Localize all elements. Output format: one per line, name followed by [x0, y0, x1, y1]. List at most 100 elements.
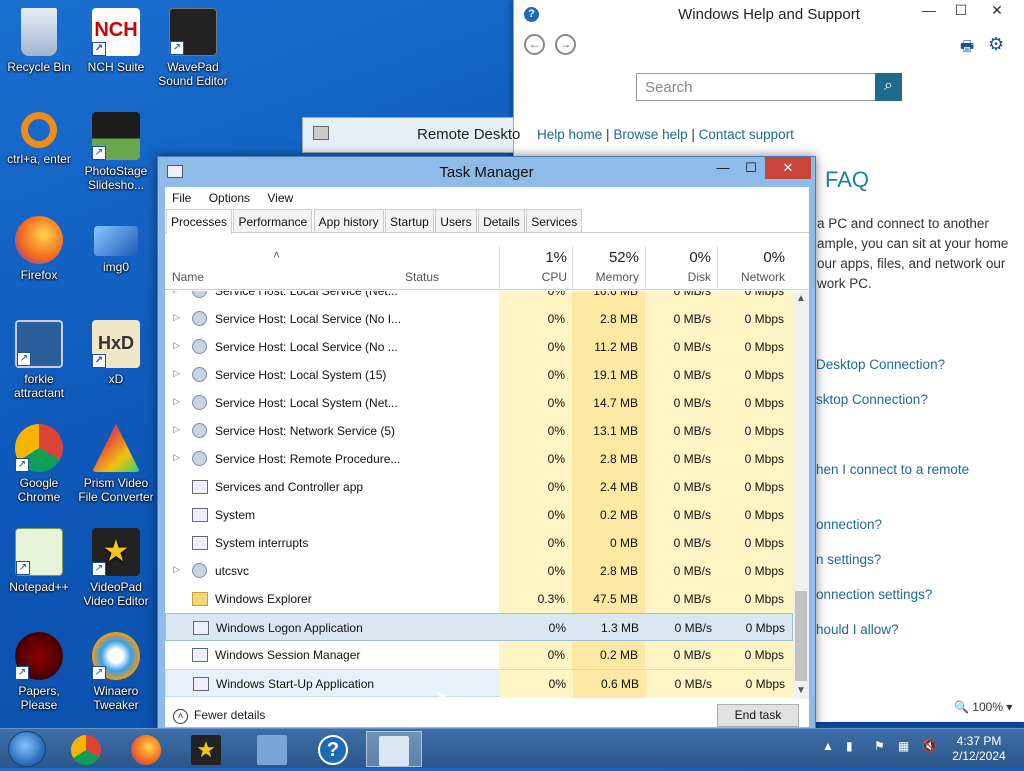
column-cpu[interactable]: CPU [505, 270, 567, 284]
taskbar-help[interactable]: ? [305, 731, 361, 767]
desktop-icon-firefox[interactable]: Firefox [1, 216, 77, 282]
menu-view[interactable]: View [267, 191, 293, 205]
table-row[interactable]: Windows Explorer 0.3% 47.5 MB 0 MB/s 0 Mbps [165, 585, 793, 613]
taskbar-remote-desktop[interactable] [244, 731, 300, 767]
taskbar-task-manager[interactable] [366, 731, 422, 767]
maximize-button[interactable]: ☐ [736, 157, 766, 179]
help-home-link[interactable]: Help home [537, 127, 602, 142]
table-row[interactable]: ▷ Service Host: Local Service (No ... 0% 11… [165, 333, 793, 361]
table-row[interactable]: ▷ Service Host: Local Service (Net... 0% 10… [165, 291, 793, 305]
remote-desktop-window[interactable]: Remote Deskto [302, 117, 520, 153]
tab-users[interactable]: Users [435, 209, 477, 232]
expand-chevron-icon[interactable]: ▷ [173, 396, 180, 407]
tab-services[interactable]: Services [526, 209, 583, 232]
flag-icon[interactable]: ▮ [846, 739, 853, 753]
table-row[interactable]: ▷ Service Host: Local System (Net... 0% 14.… [165, 389, 793, 417]
column-name[interactable]: Name [172, 270, 204, 284]
expand-chevron-icon[interactable]: ▷ [173, 340, 180, 351]
taskbar-chrome[interactable] [58, 731, 114, 767]
desktop-icon-recycle-bin[interactable]: Recycle Bin [1, 8, 77, 74]
desktop-icon-notepadpp[interactable]: ↗ Notepad++ [1, 528, 77, 594]
column-memory[interactable]: Memory [575, 270, 639, 284]
show-hidden-icons[interactable]: ▲ [822, 739, 834, 753]
expand-chevron-icon[interactable]: ▷ [173, 424, 180, 435]
scroll-thumb[interactable] [795, 591, 807, 681]
task-manager-titlebar[interactable]: Task Manager — ☐ ✕ [158, 157, 815, 187]
table-row[interactable]: System 0% 0.2 MB 0 MB/s 0 Mbps [165, 501, 793, 529]
desktop-icon-img0[interactable]: img0 [78, 216, 154, 274]
table-row[interactable]: ▷ Service Host: Network Service (5) 0% 13.1… [165, 417, 793, 445]
clock[interactable]: 4:37 PM 2/12/2024 [944, 734, 1014, 764]
tab-app-history[interactable]: App history [313, 209, 384, 232]
minimize-button[interactable]: — [914, 2, 944, 22]
minimize-button[interactable]: — [708, 157, 738, 179]
tab-performance[interactable]: Performance [233, 209, 313, 232]
table-row[interactable]: Windows Start-Up Application 0% 0.6 MB 0 MB… [165, 669, 793, 698]
end-task-button[interactable]: End task [717, 704, 799, 727]
table-row[interactable]: Windows Session Manager 0% 0.2 MB 0 MB/s 0 M… [165, 641, 793, 669]
desktop-icon-wavepad[interactable]: ↗ WavePad Sound Editor [155, 8, 231, 88]
search-icon[interactable]: ⌕ [875, 73, 902, 101]
table-row[interactable]: Windows Logon Application 0% 1.3 MB 0 MB/s 0… [165, 613, 793, 641]
expand-chevron-icon[interactable]: ▷ [173, 291, 180, 295]
desktop-icon-photostage[interactable]: ↗ PhotoStage Slidesho... [78, 112, 154, 192]
table-row[interactable]: ▷ Service Host: Remote Procedure... 0% 2.8 … [165, 445, 793, 473]
gear-icon[interactable]: ⚙ [988, 34, 1004, 55]
desktop-icon-nch-suite[interactable]: NCH ↗ NCH Suite [78, 8, 154, 74]
desktop-icon-forkie[interactable]: ↗ forkie attractant [1, 320, 77, 400]
table-row[interactable]: System interrupts 0% 0 MB 0 MB/s 0 Mbps [165, 529, 793, 557]
taskbar-videopad[interactable]: ★ [178, 731, 234, 767]
back-arrow-icon[interactable]: ← [524, 34, 545, 55]
column-disk[interactable]: Disk [649, 270, 711, 284]
zoom-control[interactable]: 🔍 100% ▾ [954, 700, 1012, 714]
faq-link-1[interactable]: Desktop Connection? [816, 357, 945, 372]
expand-chevron-icon[interactable]: ▷ [173, 368, 180, 379]
volume-icon[interactable]: 🔇 [922, 739, 937, 753]
desktop-icon-papers-please[interactable]: ↗ Papers, Please [1, 632, 77, 712]
desktop-icon-ctrl-a-enter[interactable]: ctrl+a, enter [1, 112, 77, 166]
task-manager-window[interactable]: Task Manager — ☐ ✕ File Options View Pro… [157, 156, 816, 730]
expand-chevron-icon[interactable]: ▷ [173, 452, 180, 463]
start-button[interactable] [8, 731, 46, 767]
menu-file[interactable]: File [172, 191, 191, 205]
vertical-scrollbar[interactable]: ▲ ▼ [793, 291, 809, 699]
action-center-icon[interactable]: ⚑ [874, 739, 885, 753]
close-button[interactable]: ✕ [982, 2, 1012, 22]
desktop-icon-chrome[interactable]: ↗ Google Chrome [1, 424, 77, 504]
faq-link-7[interactable]: hould I allow? [816, 622, 899, 637]
table-row[interactable]: ▷ Service Host: Local Service (No I... 0% 2… [165, 305, 793, 333]
help-search-input[interactable]: Search [636, 73, 876, 101]
table-row[interactable]: Services and Controller app 0% 2.4 MB 0 MB/… [165, 473, 793, 501]
desktop-icon-prism[interactable]: Prism Video File Converter [78, 424, 154, 504]
desktop-icon-videopad[interactable]: ★ ↗ VideoPad Video Editor [78, 528, 154, 608]
faq-link-2[interactable]: sktop Connection? [816, 392, 928, 407]
scroll-up-icon[interactable]: ▲ [796, 293, 806, 304]
tab-processes[interactable]: Processes [166, 209, 233, 234]
forward-arrow-icon[interactable]: → [555, 34, 576, 55]
faq-link-5[interactable]: n settings? [816, 552, 881, 567]
taskbar-firefox[interactable] [118, 731, 174, 767]
column-status[interactable]: Status [405, 270, 439, 284]
faq-link-4[interactable]: onnection? [816, 517, 882, 532]
printer-icon[interactable]: 🖶 [960, 36, 974, 61]
column-network[interactable]: Network [721, 270, 785, 284]
faq-link-3[interactable]: hen I connect to a remote [816, 462, 969, 477]
browse-help-link[interactable]: Browse help [613, 127, 687, 142]
maximize-button[interactable]: ☐ [946, 2, 976, 22]
desktop-icon-xd[interactable]: HxD ↗ xD [78, 320, 154, 386]
expand-chevron-icon[interactable]: ▷ [173, 564, 180, 575]
menu-options[interactable]: Options [209, 191, 250, 205]
tab-startup[interactable]: Startup [385, 209, 434, 232]
fewer-details-button[interactable]: ˄ Fewer details [173, 708, 265, 724]
tab-details[interactable]: Details [478, 209, 525, 232]
contact-support-link[interactable]: Contact support [699, 127, 794, 142]
network-icon[interactable]: ▦ [898, 739, 909, 753]
table-row[interactable]: ▷ utcsvc 0% 2.8 MB 0 MB/s 0 Mbps [165, 557, 793, 585]
faq-link-6[interactable]: onnection settings? [816, 587, 932, 602]
help-titlebar[interactable]: ? Windows Help and Support — ☐ ✕ [514, 0, 1024, 30]
scroll-down-icon[interactable]: ▼ [796, 685, 806, 696]
expand-chevron-icon[interactable]: ▷ [173, 312, 180, 323]
desktop-icon-winaero[interactable]: ↗ Winaero Tweaker [78, 632, 154, 712]
close-button[interactable]: ✕ [765, 157, 811, 179]
table-row[interactable]: ▷ Service Host: Local System (15) 0% 19.1 M… [165, 361, 793, 389]
